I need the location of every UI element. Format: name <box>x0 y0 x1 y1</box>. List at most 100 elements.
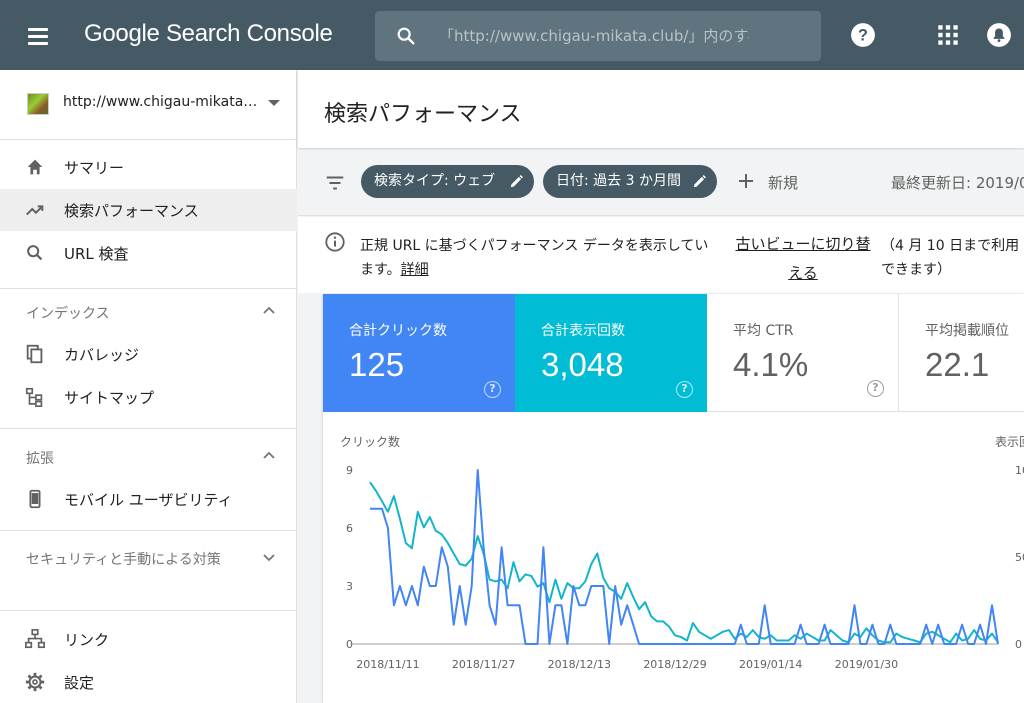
metric-total-clicks[interactable]: 合計クリック数 125 ? <box>323 294 515 412</box>
y-tick-label-left: 9 <box>346 464 353 477</box>
metric-label: 合計表示回数 <box>541 323 625 339</box>
x-tick-label: 2018/11/27 <box>452 658 515 671</box>
chevron-up-icon[interactable] <box>262 304 276 318</box>
plus-icon <box>739 174 753 188</box>
sidebar-item-label: URL 検査 <box>64 245 129 263</box>
sidebar-item-label: サマリー <box>64 159 125 177</box>
filter-chip-date[interactable]: 日付: 過去 3 か月間 <box>543 165 717 198</box>
chevron-up-icon[interactable] <box>262 449 276 463</box>
info-banner: 正規 URL に基づくパフォーマンス データを表示しています。詳細 古いビューに… <box>298 217 1024 293</box>
metric-average-position[interactable]: 平均掲載順位 22.1 <box>899 294 1024 412</box>
help-icon[interactable]: ? <box>850 22 876 48</box>
help-icon[interactable]: ? <box>484 381 501 398</box>
sidebar-item-label: モバイル ユーザビリティ <box>64 491 233 509</box>
gear-icon <box>25 672 45 692</box>
section-header-enhancements[interactable]: 拡張 <box>0 439 297 479</box>
sidebar-item-label: リンク <box>64 631 110 649</box>
main-content: 検索パフォーマンス 検索タイプ: ウェブ 日付: 過去 3 か月間 新規 最終更… <box>298 70 1024 703</box>
sidebar-item-summary[interactable]: サマリー <box>0 146 297 188</box>
search-icon <box>27 245 43 261</box>
last-updated: 最終更新日: 2019/02/ <box>891 174 1024 192</box>
section-title: 拡張 <box>26 451 54 467</box>
divider <box>0 530 297 531</box>
y-axis-title-right: 表示回数 <box>995 434 1024 449</box>
edit-icon[interactable] <box>509 174 524 189</box>
app-brand[interactable]: Google Search Console <box>84 20 333 48</box>
notifications-icon[interactable] <box>986 22 1012 48</box>
help-icon[interactable]: ? <box>676 381 693 398</box>
add-filter-label: 新規 <box>768 174 799 192</box>
details-link[interactable]: 詳細 <box>401 262 429 278</box>
search-icon[interactable] <box>395 25 417 47</box>
search-box[interactable] <box>375 11 821 61</box>
page-header: 検索パフォーマンス <box>298 70 1024 148</box>
caret-down-icon[interactable] <box>268 100 280 106</box>
metric-value: 4.1% <box>733 346 809 383</box>
sidebar-item-url-inspection[interactable]: URL 検査 <box>0 232 297 274</box>
x-tick-label: 2018/11/11 <box>356 658 419 671</box>
x-tick-label: 2019/01/14 <box>739 658 802 671</box>
filter-chip-search-type[interactable]: 検索タイプ: ウェブ <box>361 165 534 198</box>
sidebar-item-mobile-usability[interactable]: モバイル ユーザビリティ <box>0 478 297 520</box>
y-axis-title-left: クリック数 <box>340 434 400 449</box>
edit-icon[interactable] <box>692 174 707 189</box>
divider <box>0 288 297 289</box>
switch-old-view-link[interactable]: 古いビューに切り替える <box>728 230 878 288</box>
metric-label: 平均掲載順位 <box>925 323 1009 339</box>
chip-label: 検索タイプ: ウェブ <box>374 173 496 189</box>
sidebar-item-label: 設定 <box>64 674 95 692</box>
y-tick-label-left: 3 <box>346 580 353 593</box>
line-chart: クリック数表示回数03690501002018/11/112018/11/272… <box>340 434 1024 671</box>
sidebar-item-label: カバレッジ <box>64 346 140 364</box>
property-selector[interactable]: http://www.chigau-mikata.club/ <box>0 70 297 140</box>
y-tick-label-right: 50 <box>1015 551 1024 564</box>
apps-grid-icon[interactable] <box>935 22 961 48</box>
metric-value: 22.1 <box>925 346 990 383</box>
availability-note: （4 月 10 日まで利用できます） <box>881 238 1020 278</box>
sidebar-item-settings[interactable]: 設定 <box>0 661 297 703</box>
x-tick-label: 2018/12/13 <box>548 658 611 671</box>
x-tick-label: 2018/12/29 <box>643 658 706 671</box>
svg-text:?: ? <box>858 26 868 44</box>
sidebar-item-coverage[interactable]: カバレッジ <box>0 333 297 375</box>
home-icon <box>27 159 43 175</box>
section-title: インデックス <box>26 306 110 322</box>
x-tick-label: 2019/01/30 <box>835 658 898 671</box>
sidebar: http://www.chigau-mikata.club/ サマリー 検索パフ… <box>0 70 297 703</box>
divider <box>0 428 297 429</box>
info-message: 正規 URL に基づくパフォーマンス データを表示しています。詳細 <box>360 234 720 282</box>
menu-icon[interactable] <box>22 22 54 50</box>
chevron-down-icon[interactable] <box>262 550 276 564</box>
metric-value: 125 <box>349 346 405 383</box>
metric-total-impressions[interactable]: 合計表示回数 3,048 ? <box>515 294 707 412</box>
section-header-index[interactable]: インデックス <box>0 294 297 334</box>
help-icon[interactable]: ? <box>867 380 884 397</box>
site-favicon <box>27 93 49 115</box>
sidebar-item-sitemaps[interactable]: サイトマップ <box>0 376 297 418</box>
copy-icon <box>26 344 43 364</box>
sidebar-item-links[interactable]: リンク <box>0 618 297 660</box>
section-header-security[interactable]: セキュリティと手動による対策 <box>0 540 297 594</box>
trending-up-icon <box>26 205 44 216</box>
sidebar-item-label: サイトマップ <box>64 389 155 407</box>
metric-label: 合計クリック数 <box>349 323 447 339</box>
links-icon <box>25 629 45 649</box>
section-title: セキュリティと手動による対策 <box>26 552 221 568</box>
metric-average-ctr[interactable]: 平均 CTR 4.1% ? <box>707 294 899 412</box>
performance-chart: クリック数表示回数03690501002018/11/112018/11/272… <box>323 412 1024 703</box>
top-app-bar: Google Search Console ? <box>0 0 1024 70</box>
divider <box>0 610 297 611</box>
y-tick-label-right: 0 <box>1015 638 1022 651</box>
clicks-series-line <box>370 469 999 645</box>
chip-label: 日付: 過去 3 か月間 <box>556 173 681 189</box>
inspect-url-input[interactable] <box>439 23 749 49</box>
metric-label: 平均 CTR <box>733 323 794 339</box>
sidebar-item-performance[interactable]: 検索パフォーマンス <box>0 189 297 231</box>
filter-bar: 検索タイプ: ウェブ 日付: 過去 3 か月間 新規 最終更新日: 2019/0… <box>298 150 1024 216</box>
sidebar-item-label: 検索パフォーマンス <box>64 202 199 220</box>
sitemap-icon <box>25 387 43 407</box>
info-icon <box>325 232 345 252</box>
y-tick-label-right: 100 <box>1015 464 1024 477</box>
property-url: http://www.chigau-mikata.club/ <box>63 94 258 110</box>
filter-icon[interactable] <box>324 172 346 194</box>
